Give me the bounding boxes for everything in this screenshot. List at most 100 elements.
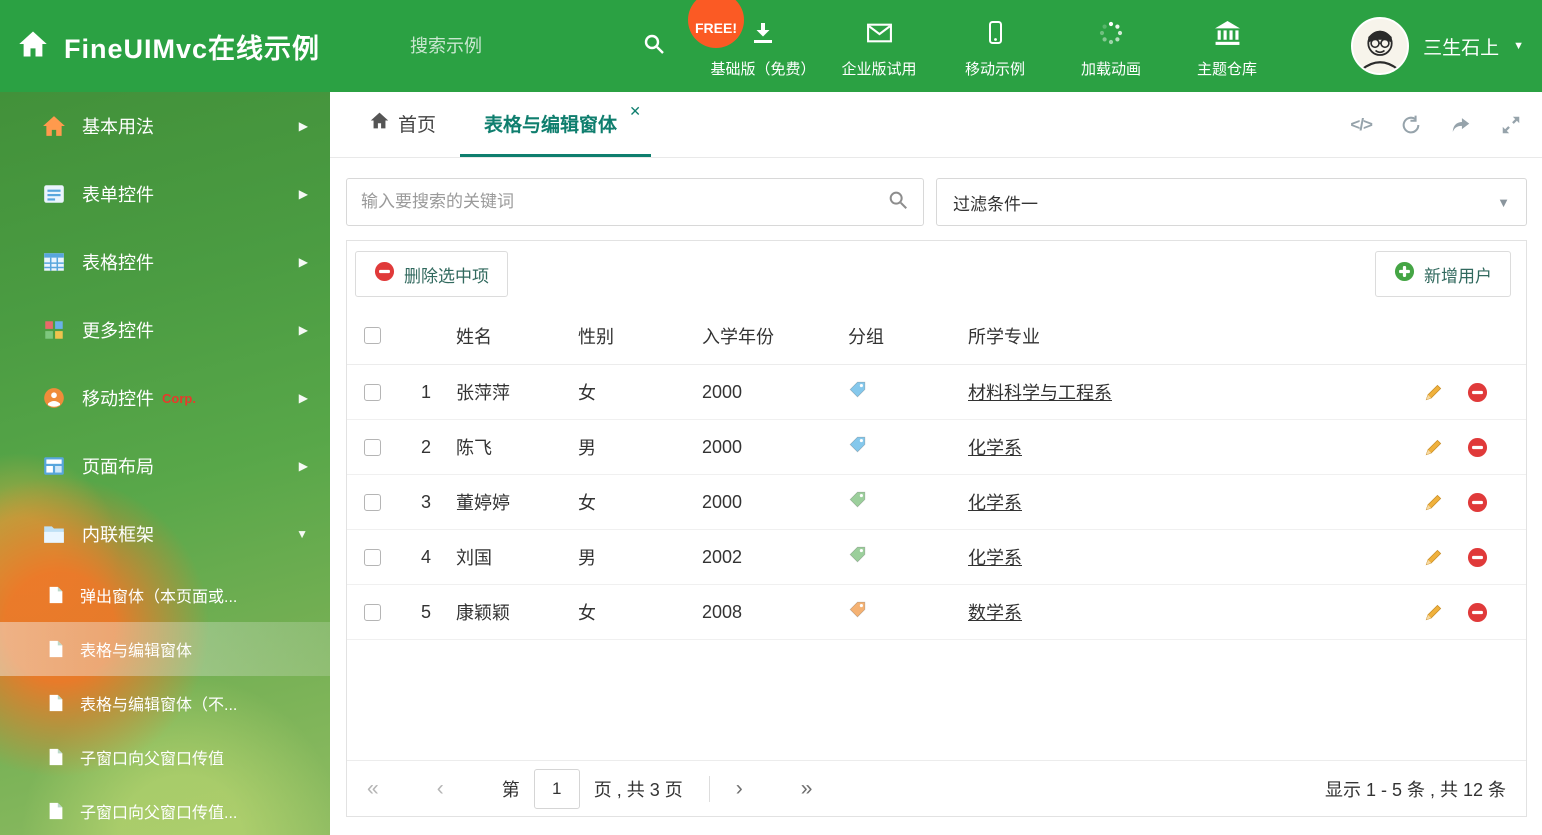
cubes-icon <box>42 318 66 342</box>
prev-page-button[interactable]: ‹ <box>437 777 444 801</box>
chevron-right-icon: ▶ <box>298 323 308 337</box>
select-all-checkbox[interactable] <box>363 327 381 344</box>
sidebar-subitem-popup-window[interactable]: 弹出窗体（本页面或... <box>0 568 330 622</box>
tab-label: 首页 <box>398 114 437 136</box>
table-icon <box>42 250 66 274</box>
tag-icon <box>848 601 867 623</box>
share-forward-icon[interactable] <box>1450 114 1472 136</box>
nav-label: 主题仓库 <box>1196 60 1257 78</box>
row-checkbox[interactable] <box>363 493 381 511</box>
edit-pencil-icon[interactable] <box>1424 438 1443 457</box>
delete-minus-icon[interactable] <box>1467 492 1488 513</box>
brand[interactable]: FineUIMvc在线示例 <box>0 27 410 66</box>
table-row: 4 刘国 男 2002 化学系 <box>347 530 1526 585</box>
tab-toolbar: </> <box>1350 92 1522 158</box>
sidebar-subitem-label: 表格与编辑窗体（不... <box>80 697 238 714</box>
header-search[interactable] <box>410 32 664 61</box>
row-checkbox[interactable] <box>363 603 381 621</box>
corp-badge: Corp. <box>162 390 196 406</box>
sidebar-item-iframe[interactable]: 内联框架 ▼ <box>0 500 330 568</box>
sidebar-item-more-controls[interactable]: 更多控件 ▶ <box>0 296 330 364</box>
major-link[interactable]: 化学系 <box>968 438 1022 458</box>
table-header: 姓名 性别 入学年份 分组 所学专业 <box>347 307 1526 365</box>
file-icon <box>46 693 66 713</box>
sidebar-item-label: 更多控件 <box>82 321 154 341</box>
sidebar-subitem-grid-edit-window-2[interactable]: 表格与编辑窗体（不... <box>0 676 330 730</box>
chevron-right-icon: ▶ <box>298 391 308 405</box>
tag-icon <box>848 436 867 458</box>
delete-minus-icon[interactable] <box>1467 547 1488 568</box>
close-icon[interactable]: ✕ <box>629 103 641 120</box>
sidebar-item-page-layout[interactable]: 页面布局 ▶ <box>0 432 330 500</box>
sidebar-subitem-child-to-parent-2[interactable]: 子窗口向父窗口传值... <box>0 784 330 835</box>
major-link[interactable]: 数学系 <box>968 603 1022 623</box>
mobile-icon <box>982 20 1008 51</box>
add-user-button[interactable]: 新增用户 <box>1375 251 1511 297</box>
refresh-icon[interactable] <box>1400 114 1422 136</box>
cell-year: 2000 <box>702 491 743 512</box>
expand-icon[interactable] <box>1500 114 1522 136</box>
row-checkbox[interactable] <box>363 383 381 401</box>
sidebar-item-basic-usage[interactable]: 基本用法 ▶ <box>0 92 330 160</box>
filter-dropdown[interactable]: 过滤条件一 ▼ <box>936 178 1527 226</box>
cell-year: 2000 <box>702 436 743 457</box>
chevron-down-icon: ▼ <box>1497 194 1510 210</box>
nav-label: 加载动画 <box>1080 60 1141 78</box>
sidebar-item-form-controls[interactable]: 表单控件 ▶ <box>0 160 330 228</box>
edit-pencil-icon[interactable] <box>1424 493 1443 512</box>
page-number-input[interactable] <box>533 768 580 809</box>
keyword-search-input[interactable] <box>361 192 887 212</box>
chevron-down-icon: ▼ <box>296 527 308 541</box>
edit-pencil-icon[interactable] <box>1424 548 1443 567</box>
pager-divider <box>708 775 710 802</box>
nav-theme-repo[interactable]: 主题仓库 <box>1169 14 1285 79</box>
sidebar-item-label: 基本用法 <box>82 117 154 137</box>
home-icon <box>18 29 48 64</box>
sidebar-subitem-grid-edit-window[interactable]: 表格与编辑窗体 <box>0 622 330 676</box>
tab-grid-edit-window[interactable]: 表格与编辑窗体 ✕ <box>460 92 652 157</box>
keyword-search-box[interactable] <box>346 178 924 226</box>
tab-home[interactable]: 首页 <box>346 92 460 157</box>
edit-pencil-icon[interactable] <box>1424 383 1443 402</box>
nav-loading-anim[interactable]: 加载动画 <box>1053 14 1169 79</box>
page-label-prefix: 第 <box>501 779 520 800</box>
major-link[interactable]: 化学系 <box>968 493 1022 513</box>
delete-minus-icon[interactable] <box>1467 437 1488 458</box>
row-checkbox[interactable] <box>363 438 381 456</box>
row-checkbox[interactable] <box>363 548 381 566</box>
major-link[interactable]: 材料科学与工程系 <box>968 383 1112 403</box>
minus-circle-icon <box>374 261 395 287</box>
delete-minus-icon[interactable] <box>1467 602 1488 623</box>
source-code-icon[interactable]: </> <box>1350 115 1373 135</box>
chevron-right-icon: ▶ <box>298 459 308 473</box>
record-count-summary: 显示 1 - 5 条 , 共 12 条 <box>1324 779 1506 800</box>
edit-pencil-icon[interactable] <box>1424 603 1443 622</box>
last-page-button[interactable]: » <box>801 777 813 801</box>
nav-label: 移动示例 <box>964 60 1025 78</box>
row-number: 4 <box>420 546 431 567</box>
sidebar-item-mobile-controls[interactable]: 移动控件 Corp. ▶ <box>0 364 330 432</box>
page-label-suffix: 页 , 共 3 页 <box>593 779 683 800</box>
header-search-input[interactable] <box>410 35 642 57</box>
sidebar-subitem-label: 弹出窗体（本页面或... <box>80 589 238 606</box>
search-icon[interactable] <box>642 32 666 61</box>
first-page-button[interactable]: « <box>367 777 379 801</box>
chevron-right-icon: ▶ <box>298 119 308 133</box>
row-number: 1 <box>420 381 431 402</box>
nav-mobile-demo[interactable]: 移动示例 <box>937 14 1053 79</box>
column-header-gender: 性别 <box>578 326 614 347</box>
cell-year: 2002 <box>702 546 743 567</box>
nav-enterprise-trial[interactable]: 企业版试用 <box>821 14 937 79</box>
person-circle-icon <box>42 386 66 410</box>
search-icon[interactable] <box>887 189 909 216</box>
delete-minus-icon[interactable] <box>1467 382 1488 403</box>
sidebar-item-grid-controls[interactable]: 表格控件 ▶ <box>0 228 330 296</box>
user-name: 三生石上 <box>1423 37 1500 59</box>
user-menu[interactable]: 三生石上 ▼ <box>1351 0 1524 92</box>
next-page-button[interactable]: › <box>736 777 743 801</box>
major-link[interactable]: 化学系 <box>968 548 1022 568</box>
filter-dropdown-value: 过滤条件一 <box>953 194 1038 214</box>
grid-toolbar: 删除选中项 新增用户 <box>347 241 1526 307</box>
sidebar-subitem-child-to-parent[interactable]: 子窗口向父窗口传值 <box>0 730 330 784</box>
delete-selected-button[interactable]: 删除选中项 <box>355 251 508 297</box>
